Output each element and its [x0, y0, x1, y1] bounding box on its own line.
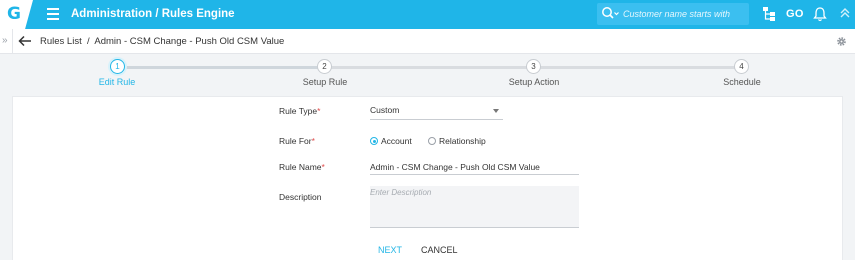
divider: [12, 29, 13, 54]
step-2-label[interactable]: Setup Rule: [303, 77, 348, 87]
rule-form: Rule Type* Custom Rule For* Account Rela…: [12, 96, 843, 260]
rule-type-label: Rule Type*: [279, 106, 320, 116]
back-arrow-icon[interactable]: [18, 35, 32, 47]
radio-relationship-label: Relationship: [439, 136, 486, 146]
search-input[interactable]: [623, 6, 747, 22]
required-mark: *: [317, 106, 321, 116]
rule-name-input[interactable]: [370, 159, 579, 175]
breadcrumb-bar: » Rules List / Admin - CSM Change - Push…: [0, 29, 855, 54]
rule-type-value: Custom: [370, 105, 400, 115]
description-textarea[interactable]: [370, 186, 579, 228]
wizard-stepper: 1 Edit Rule 2 Setup Rule 3 Setup Action …: [0, 58, 855, 90]
cancel-button[interactable]: CANCEL: [421, 245, 458, 255]
gear-icon[interactable]: [836, 36, 847, 47]
breadcrumb[interactable]: Rules List / Admin - CSM Change - Push O…: [40, 36, 284, 47]
step-3-circle[interactable]: 3: [526, 59, 541, 74]
step-3-label[interactable]: Setup Action: [509, 77, 560, 87]
radio-selected-icon[interactable]: [370, 137, 378, 145]
rule-for-label-text: Rule For: [279, 136, 312, 146]
rule-name-label: Rule Name*: [279, 162, 325, 172]
page-title: Administration / Rules Engine: [71, 8, 235, 20]
description-label: Description: [279, 192, 322, 202]
rule-type-select[interactable]: Custom: [370, 103, 503, 120]
search-icon[interactable]: [601, 6, 619, 22]
step-2-circle[interactable]: 2: [317, 59, 332, 74]
gainsight-go-icon[interactable]: GO: [786, 8, 804, 20]
step-1-label[interactable]: Edit Rule: [99, 77, 136, 87]
logo[interactable]: G: [0, 0, 33, 29]
rule-type-label-text: Rule Type: [279, 106, 318, 116]
rule-for-label: Rule For*: [279, 136, 315, 146]
bell-icon[interactable]: [813, 6, 827, 22]
next-button[interactable]: NEXT: [378, 245, 402, 255]
required-mark: *: [311, 136, 315, 146]
step-4-label[interactable]: Schedule: [723, 77, 761, 87]
hamburger-menu-icon[interactable]: [47, 8, 59, 20]
radio-unselected-icon[interactable]: [428, 137, 436, 145]
hierarchy-icon[interactable]: [761, 6, 777, 22]
logo-letter: G: [7, 4, 21, 24]
radio-account-label: Account: [381, 136, 412, 146]
step-1-circle[interactable]: 1: [110, 59, 125, 74]
double-chevron-up-icon[interactable]: [839, 6, 851, 20]
step-4-circle[interactable]: 4: [734, 59, 749, 74]
expand-sidebar-icon[interactable]: »: [2, 35, 8, 46]
caret-down-icon: [493, 109, 499, 113]
rule-name-label-text: Rule Name: [279, 162, 322, 172]
required-mark: *: [321, 162, 325, 172]
stepper-track-progress: [117, 66, 324, 69]
top-bar: G Administration / Rules Engine GO: [0, 0, 855, 29]
customer-search: [597, 3, 749, 25]
